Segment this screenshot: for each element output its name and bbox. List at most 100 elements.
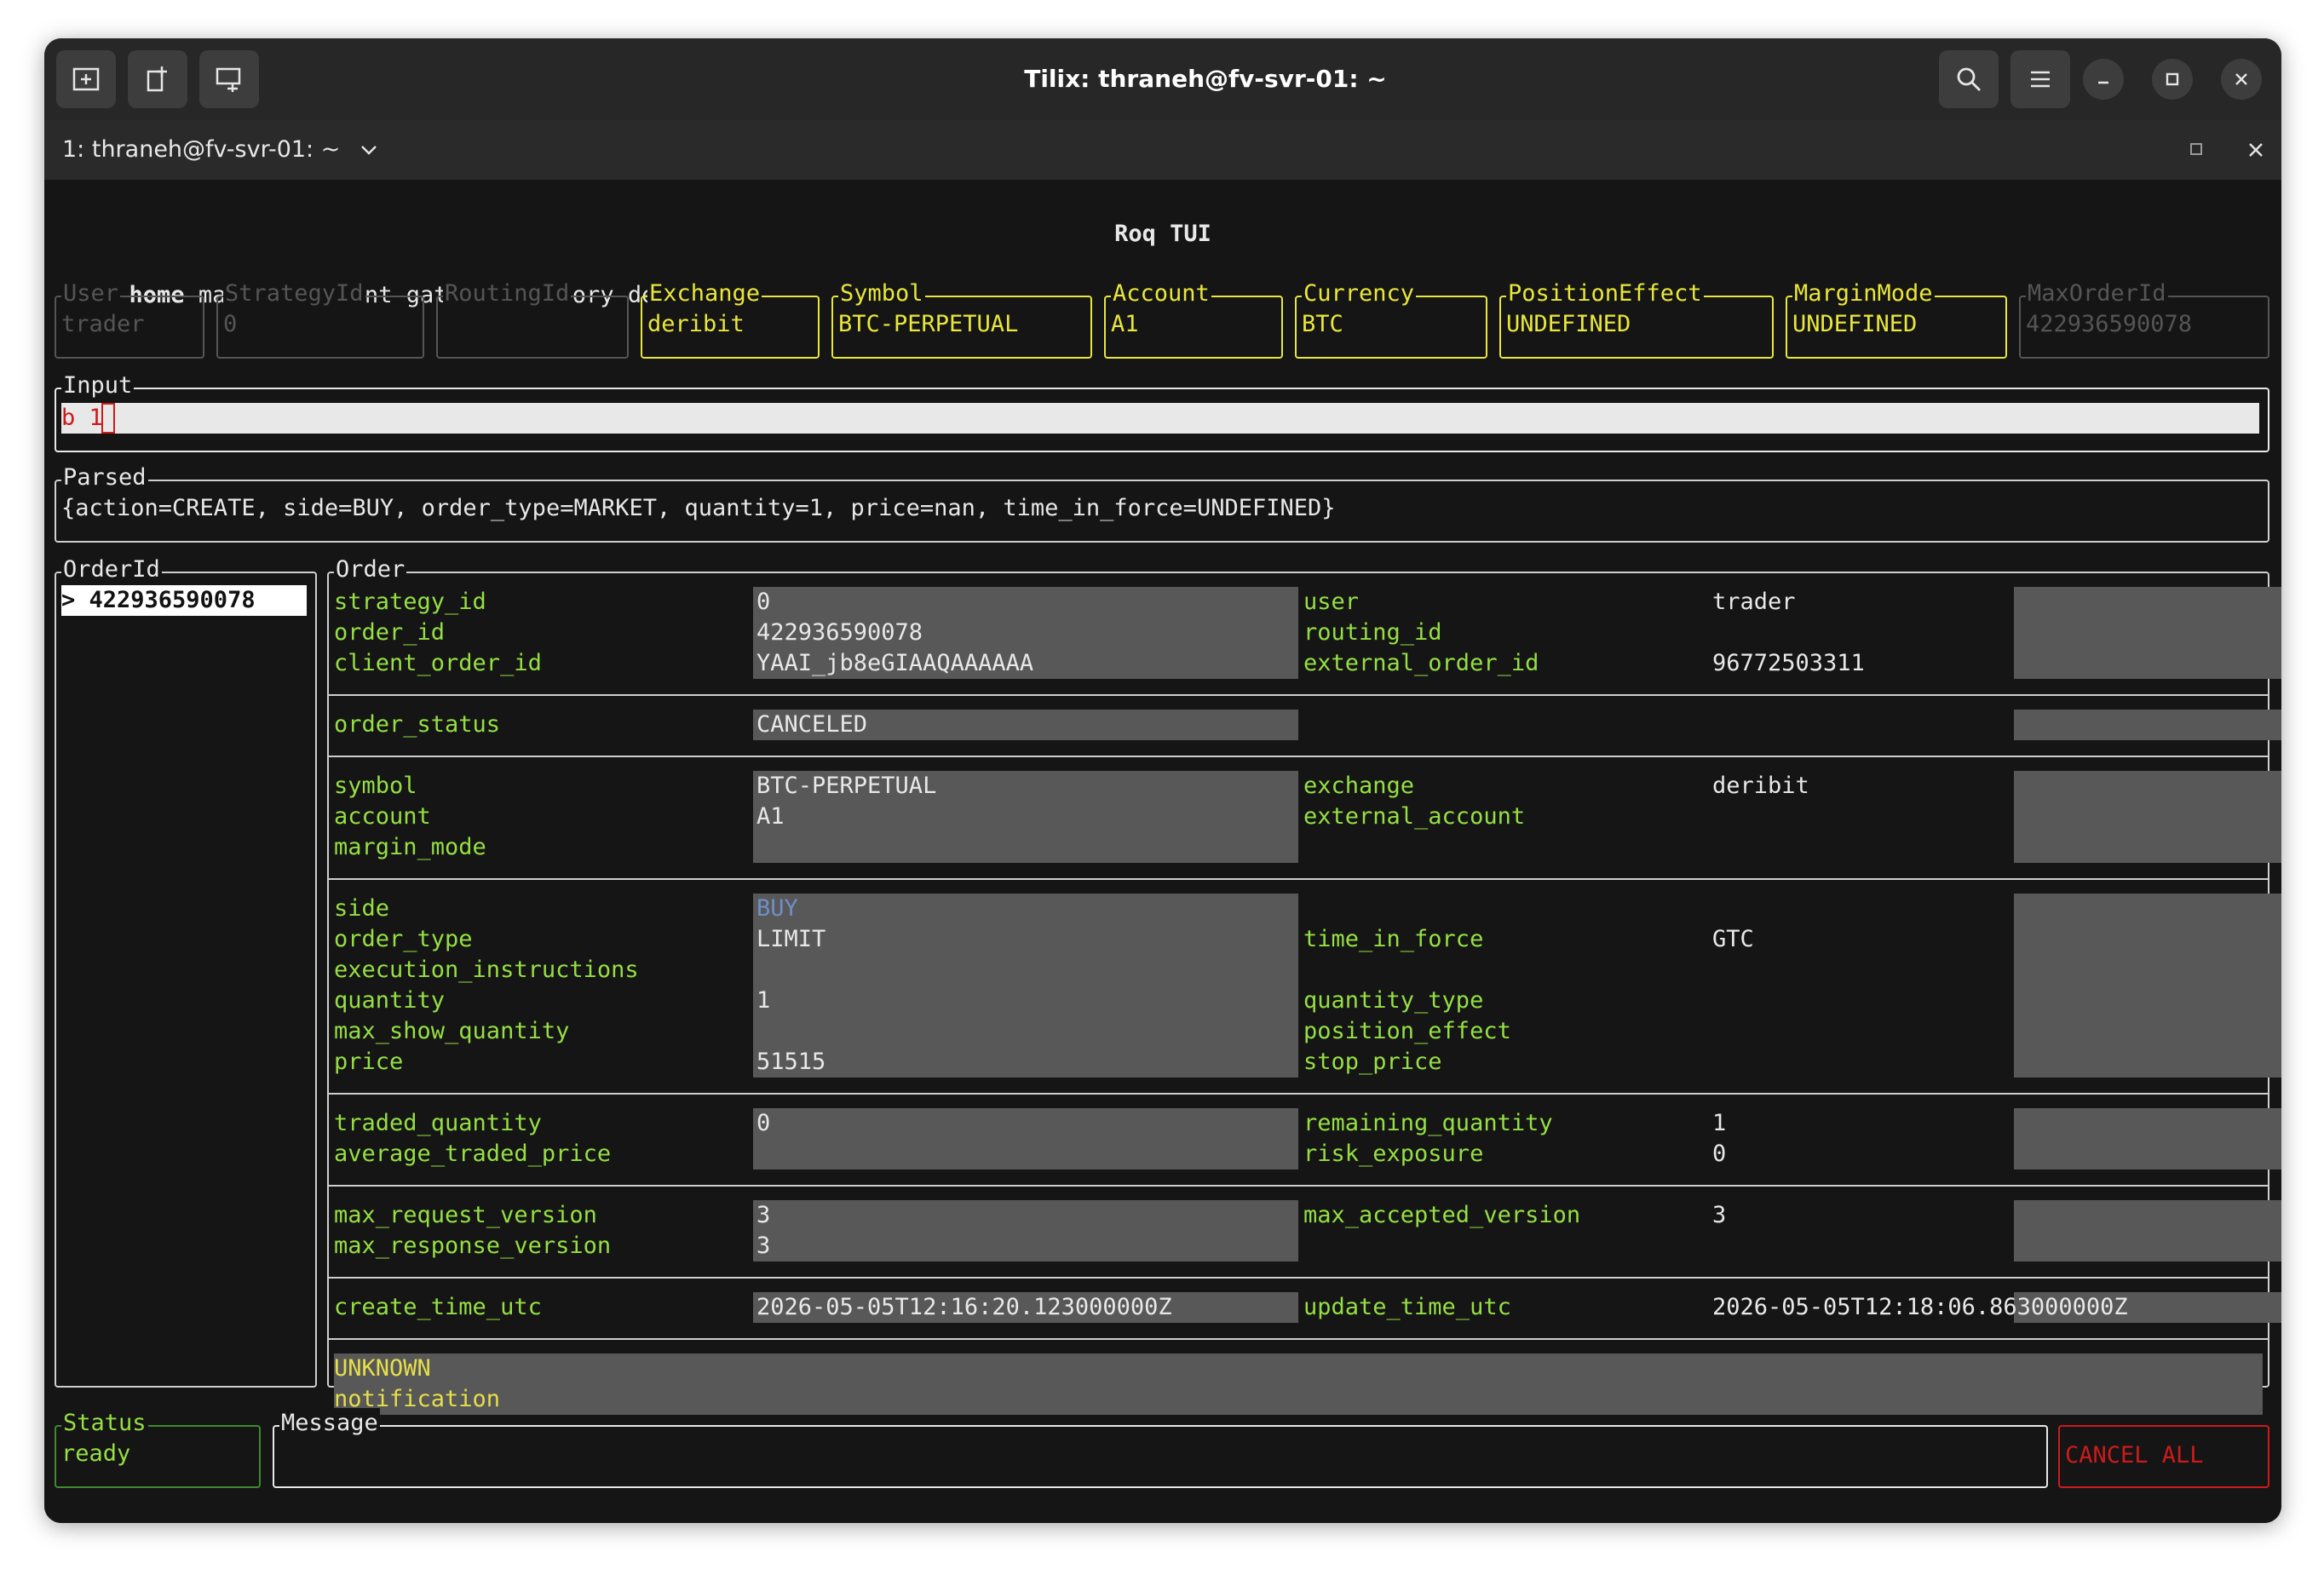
input-panel: Input b 1 xyxy=(55,371,2269,452)
minimize-button[interactable] xyxy=(2083,59,2124,100)
section-divider xyxy=(329,1338,2268,1340)
app-title: Roq TUI xyxy=(1114,221,1211,247)
key-order-id: order_id xyxy=(334,619,446,646)
list-item[interactable]: > 422936590078 xyxy=(61,585,307,616)
text-cursor xyxy=(101,403,115,434)
split-down-button[interactable] xyxy=(199,50,259,108)
value-symbol: BTC-PERPETUAL xyxy=(756,773,937,799)
order-id-panel: OrderId > 422936590078 xyxy=(55,555,317,1388)
value-cell xyxy=(2014,894,2281,1078)
user-field-value: trader xyxy=(61,311,145,337)
max-order-id-label: MaxOrderId xyxy=(2026,279,2168,309)
exchange-field[interactable]: Exchange deribit xyxy=(641,279,820,359)
key-client-order-id: client_order_id xyxy=(334,650,542,676)
message-panel[interactable]: Message xyxy=(273,1408,2048,1488)
value-order-status: CANCELED xyxy=(756,711,868,738)
key-max-response-version: max_response_version xyxy=(334,1233,612,1259)
cancel-all-button[interactable]: CANCEL ALL xyxy=(2058,1425,2269,1488)
routing-id-label: RoutingId xyxy=(443,279,572,309)
margin-mode-value: UNDEFINED xyxy=(1792,311,1918,337)
status-label: Status xyxy=(61,1408,148,1439)
session-maximize-button[interactable] xyxy=(2188,141,2205,161)
key-update-time-utc: update_time_utc xyxy=(1303,1294,1511,1320)
value-max-accepted-version: 3 xyxy=(1712,1202,1727,1228)
split-down-icon xyxy=(216,67,241,92)
session-tab[interactable]: 1: thraneh@fv-svr-01: ~ xyxy=(62,120,378,180)
value-cell xyxy=(2014,710,2281,740)
routing-id-field[interactable]: RoutingId xyxy=(436,279,629,359)
command-input[interactable]: b 1 xyxy=(61,403,2259,434)
session-tab-label: 1: thraneh@fv-svr-01: ~ xyxy=(62,136,341,163)
key-remaining-quantity: remaining_quantity xyxy=(1303,1110,1553,1136)
input-label: Input xyxy=(61,371,135,401)
key-max-request-version: max_request_version xyxy=(334,1202,597,1228)
value-price: 51515 xyxy=(756,1049,826,1075)
key-execution-instructions: execution_instructions xyxy=(334,957,639,983)
value-order-type: LIMIT xyxy=(756,926,826,952)
status-value: ready xyxy=(61,1440,131,1467)
strategy-id-field[interactable]: StrategyId 0 xyxy=(216,279,424,359)
key-order-type: order_type xyxy=(334,926,473,952)
split-right-button[interactable] xyxy=(128,50,187,108)
currency-value: BTC xyxy=(1302,311,1343,337)
user-field-label: User xyxy=(61,279,121,309)
value-client-order-id: YAAI_jb8eGIAAQAAAAAA xyxy=(756,650,1034,676)
search-button[interactable] xyxy=(1939,50,1999,108)
terminal-window: Tilix: thraneh@fv-svr-01: ~ 1: thraneh@f… xyxy=(44,38,2281,1523)
value-user: trader xyxy=(1712,589,1796,615)
key-max-accepted-version: max_accepted_version xyxy=(1303,1202,1581,1228)
key-external-order-id: external_order_id xyxy=(1303,650,1539,676)
split-right-icon xyxy=(147,66,167,92)
currency-field[interactable]: Currency BTC xyxy=(1295,279,1487,359)
menu-button[interactable] xyxy=(2010,50,2070,108)
account-label: Account xyxy=(1111,279,1211,309)
account-field[interactable]: Account A1 xyxy=(1104,279,1283,359)
value-strategy-id: 0 xyxy=(756,589,771,615)
section-divider xyxy=(329,878,2268,880)
value-side: BUY xyxy=(756,895,798,922)
strategy-id-label: StrategyId xyxy=(223,279,365,309)
value-time-in-force: GTC xyxy=(1712,926,1754,952)
value-traded-quantity: 0 xyxy=(756,1110,771,1136)
key-create-time-utc: create_time_utc xyxy=(334,1294,542,1320)
message-label: Message xyxy=(279,1408,380,1439)
close-window-button[interactable] xyxy=(2221,59,2262,100)
key-risk-exposure: risk_exposure xyxy=(1303,1141,1484,1167)
key-account: account xyxy=(334,803,431,830)
key-exchange: exchange xyxy=(1303,773,1415,799)
key-traded-quantity: traded_quantity xyxy=(334,1110,542,1136)
value-cell xyxy=(2014,771,2281,863)
session-close-button[interactable] xyxy=(2246,141,2265,163)
order-id-item-label: > 422936590078 xyxy=(61,587,256,613)
order-id-panel-label: OrderId xyxy=(61,555,162,585)
user-field[interactable]: User trader xyxy=(55,279,204,359)
account-value: A1 xyxy=(1111,311,1139,337)
value-cell xyxy=(2014,1200,2281,1262)
add-terminal-button[interactable] xyxy=(56,50,116,108)
maximize-icon xyxy=(2190,143,2202,155)
value-risk-exposure: 0 xyxy=(1712,1141,1727,1167)
symbol-value: BTC-PERPETUAL xyxy=(838,311,1019,337)
key-stop-price: stop_price xyxy=(1303,1049,1442,1075)
maximize-button[interactable] xyxy=(2152,59,2193,100)
key-order-status: order_status xyxy=(334,711,501,738)
section-divider xyxy=(329,756,2268,757)
position-effect-field[interactable]: PositionEffect UNDEFINED xyxy=(1499,279,1774,359)
margin-mode-field[interactable]: MarginMode UNDEFINED xyxy=(1786,279,2007,359)
max-order-id-value: 422936590078 xyxy=(2026,311,2193,337)
key-time-in-force: time_in_force xyxy=(1303,926,1484,952)
key-external-account: external_account xyxy=(1303,803,1526,830)
value-cell xyxy=(2014,1108,2281,1170)
chevron-down-icon[interactable] xyxy=(360,143,378,157)
value-account: A1 xyxy=(756,803,785,830)
close-icon xyxy=(2249,143,2263,157)
exchange-label: Exchange xyxy=(647,279,762,309)
value-cell xyxy=(2014,587,2281,679)
symbol-field[interactable]: Symbol BTC-PERPETUAL xyxy=(831,279,1092,359)
key-routing-id: routing_id xyxy=(1303,619,1442,646)
value-create-time-utc: 2026-05-05T12:16:20.123000000Z xyxy=(756,1294,1172,1320)
key-symbol: symbol xyxy=(334,773,417,799)
symbol-label: Symbol xyxy=(838,279,925,309)
strategy-id-value: 0 xyxy=(223,311,238,337)
max-order-id-field[interactable]: MaxOrderId 422936590078 xyxy=(2019,279,2269,359)
